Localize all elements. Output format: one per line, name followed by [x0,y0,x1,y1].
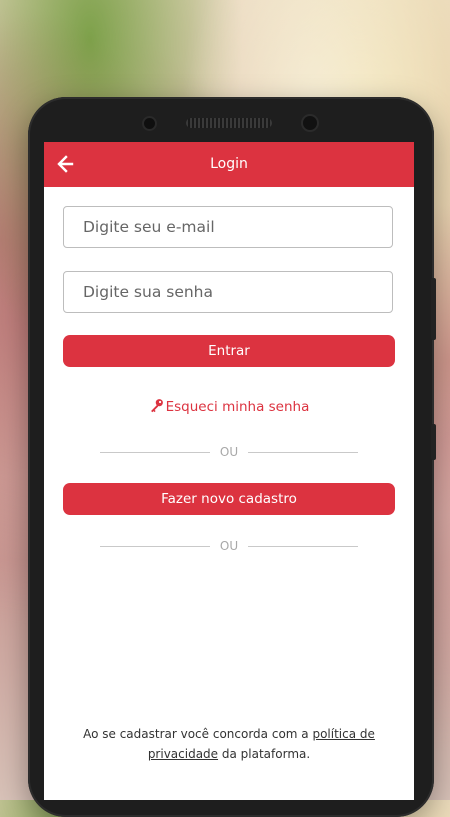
or-label: OU [219,539,239,553]
privacy-policy-link-cont[interactable]: privacidade [148,747,218,761]
privacy-policy-link[interactable]: política de [312,727,374,741]
register-button[interactable]: Fazer novo cadastro [63,483,395,515]
app-screen: Login Entrar Esqueci minha senha OU Faze… [44,142,414,800]
terms-suffix: da plataforma. [218,747,311,761]
email-field-wrapper [63,206,393,248]
or-divider-2: OU [100,538,359,554]
password-field[interactable] [64,272,392,312]
front-camera [303,116,317,130]
forgot-password-link[interactable]: Esqueci minha senha [44,398,414,415]
page-title: Login [210,156,248,172]
divider-line [248,545,359,547]
or-label: OU [219,445,239,459]
divider-line [100,451,210,453]
app-bar: Login [44,142,414,187]
login-button[interactable]: Entrar [63,335,395,367]
terms-notice: Ao se cadastrar você concorda com a polí… [44,724,414,764]
volume-button [431,278,436,340]
divider-line [100,545,210,547]
earpiece-speaker [186,118,272,128]
divider-line [248,451,359,453]
forgot-password-label: Esqueci minha senha [165,399,310,415]
or-divider-1: OU [100,444,359,460]
email-field[interactable] [64,207,392,247]
key-icon [150,399,163,413]
front-sensor [144,118,155,129]
power-button [431,424,436,460]
password-field-wrapper [63,271,393,313]
terms-prefix: Ao se cadastrar você concorda com a [83,727,313,741]
